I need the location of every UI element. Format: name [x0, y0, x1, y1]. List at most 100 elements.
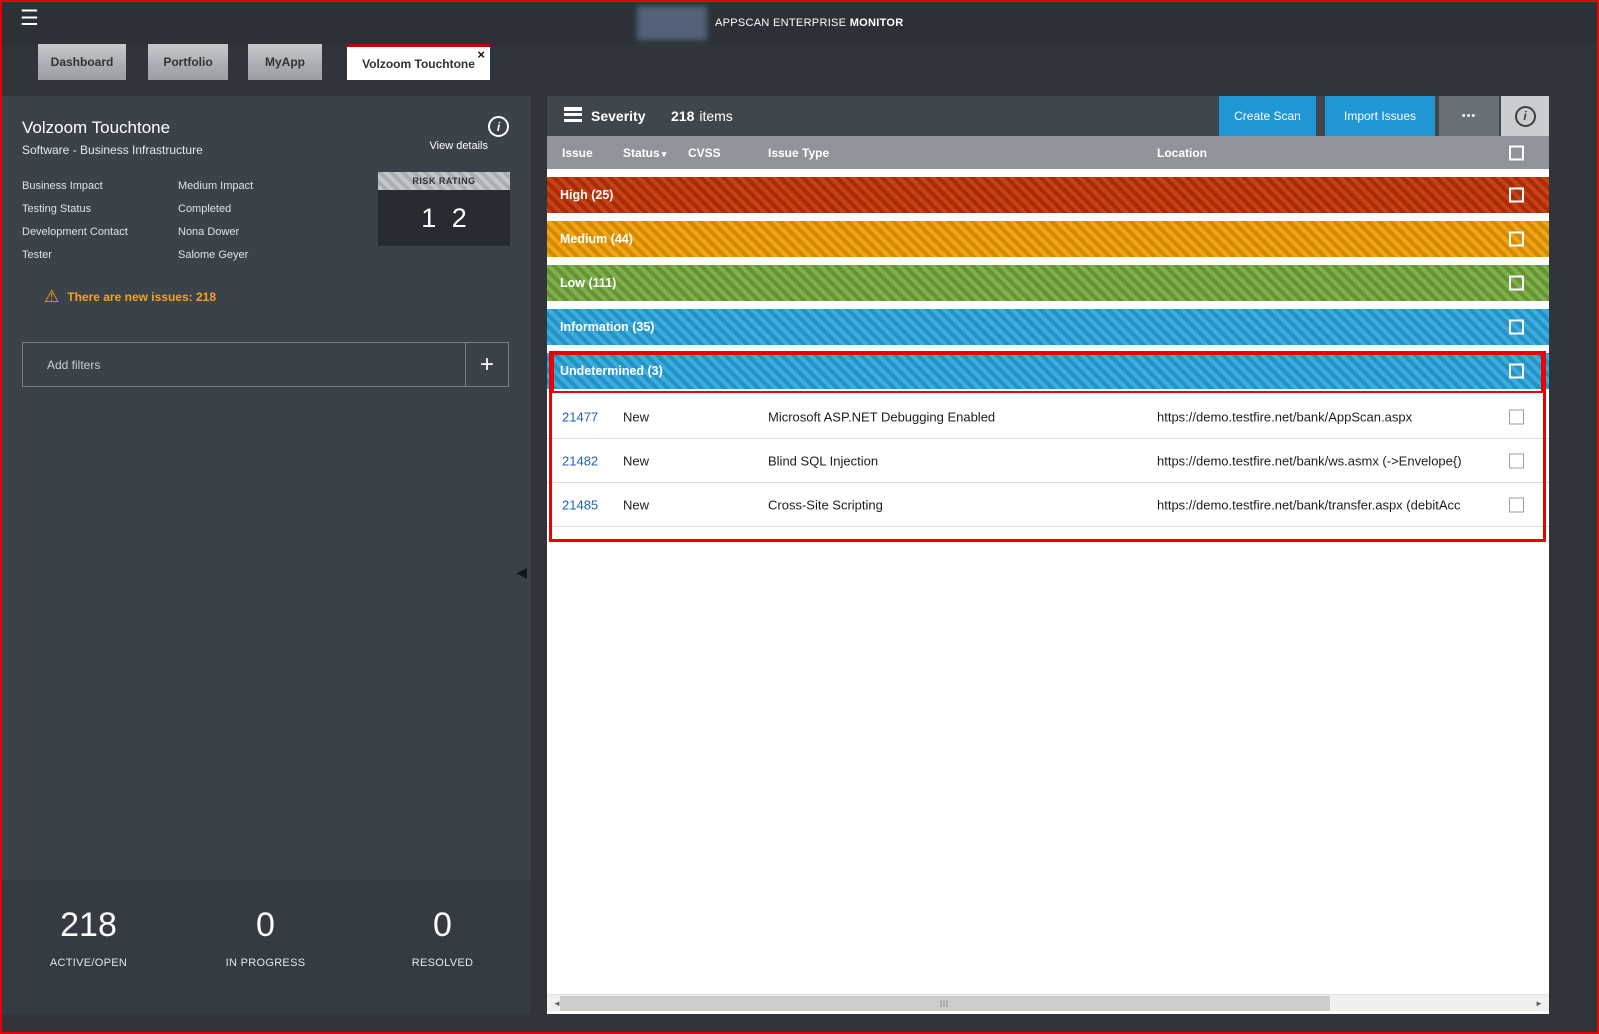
filter-bar: +	[22, 342, 509, 387]
add-filters-input[interactable]	[22, 342, 466, 387]
scrollbar-thumb[interactable]	[560, 996, 1330, 1011]
warning-icon: ⚠	[44, 288, 59, 305]
app-title-bold: MONITOR	[850, 17, 904, 29]
import-issues-button[interactable]: Import Issues	[1325, 96, 1435, 136]
severity-group-label: Undetermined (3)	[560, 364, 663, 378]
group-by-title[interactable]: Severity	[591, 108, 645, 124]
field-value: Salome Geyer	[178, 249, 248, 261]
items-count-number: 218	[671, 108, 694, 124]
view-details-link[interactable]: View details	[430, 140, 489, 152]
app-logo	[637, 6, 707, 40]
severity-group-medium[interactable]: Medium (44)	[547, 221, 1549, 257]
stripe-pattern	[547, 353, 1549, 389]
issue-row[interactable]: 21477 New Microsoft ASP.NET Debugging En…	[547, 395, 1549, 439]
issues-header: Severity 218items Create Scan Import Iss…	[547, 96, 1549, 136]
field-label: Business Impact	[22, 180, 178, 192]
app-title-regular: APPSCAN ENTERPRISE	[715, 17, 846, 29]
tab-label: Portfolio	[163, 55, 212, 69]
tab-portfolio[interactable]: Portfolio	[148, 44, 228, 80]
field-development-contact: Development Contact Nona Dower	[22, 220, 362, 243]
tab-close-icon[interactable]: ×	[477, 47, 485, 62]
issue-type: Cross-Site Scripting	[768, 497, 883, 512]
scroll-right-arrow[interactable]: ►	[1531, 995, 1547, 1011]
issue-location: https://demo.testfire.net/bank/transfer.…	[1157, 497, 1507, 512]
collapse-panel-icon[interactable]: ◀	[516, 564, 527, 581]
column-location[interactable]: Location	[1157, 146, 1507, 160]
severity-group-label: Low (111)	[560, 276, 616, 290]
field-label: Tester	[22, 249, 178, 261]
stat-label: IN PROGRESS	[177, 957, 354, 969]
column-status[interactable]: Status▾	[623, 146, 666, 160]
issue-id-link[interactable]: 21477	[562, 409, 598, 424]
panel-info-button[interactable]: i	[1501, 96, 1549, 136]
app-title: APPSCAN ENTERPRISE MONITOR	[715, 17, 904, 29]
field-value: Nona Dower	[178, 226, 239, 238]
add-filter-button[interactable]: +	[466, 342, 509, 387]
stat-value: 0	[177, 906, 354, 945]
group-checkbox[interactable]	[1509, 276, 1524, 291]
tab-myapp[interactable]: MyApp	[248, 44, 322, 80]
stripe-pattern	[547, 265, 1549, 301]
risk-rating-value: 1 2	[378, 190, 510, 246]
scrollbar-grip	[941, 1000, 950, 1007]
severity-group-high[interactable]: High (25)	[547, 177, 1549, 213]
group-checkbox[interactable]	[1509, 364, 1524, 379]
severity-group-label: High (25)	[560, 188, 613, 202]
issue-checkbox[interactable]	[1509, 453, 1524, 468]
field-label: Testing Status	[22, 203, 178, 215]
field-business-impact: Business Impact Medium Impact	[22, 174, 362, 197]
severity-group-label: Information (35)	[560, 320, 654, 334]
info-icon[interactable]: i	[488, 116, 509, 137]
tab-dashboard[interactable]: Dashboard	[38, 44, 126, 80]
create-scan-button[interactable]: Create Scan	[1219, 96, 1318, 136]
issue-type: Blind SQL Injection	[768, 453, 878, 468]
issue-checkbox[interactable]	[1509, 497, 1524, 512]
stripe-pattern	[547, 221, 1549, 257]
severity-group-label: Medium (44)	[560, 232, 633, 246]
appscan-monitor-page: ☰ APPSCAN ENTERPRISE MONITOR Dashboard P…	[0, 0, 1599, 1034]
issue-location: https://demo.testfire.net/bank/ws.asmx (…	[1157, 453, 1507, 468]
stripe-pattern	[547, 177, 1549, 213]
issues-panel: Severity 218items Create Scan Import Iss…	[547, 96, 1549, 1014]
field-label: Development Contact	[22, 226, 178, 238]
top-bar: ☰ APPSCAN ENTERPRISE MONITOR	[0, 0, 1599, 44]
application-fields: Business Impact Medium Impact Testing St…	[22, 174, 362, 266]
issue-type: Microsoft ASP.NET Debugging Enabled	[768, 409, 995, 424]
group-checkbox[interactable]	[1509, 320, 1524, 335]
new-issues-alert: ⚠ There are new issues: 218	[44, 288, 216, 305]
more-actions-button[interactable]: •••	[1437, 96, 1499, 136]
issue-id-link[interactable]: 21482	[562, 453, 598, 468]
column-cvss[interactable]: CVSS	[688, 146, 721, 160]
alert-text: There are new issues: 218	[67, 290, 216, 304]
stat-resolved: 0 RESOLVED	[354, 906, 531, 1014]
severity-group-undetermined[interactable]: Undetermined (3)	[547, 353, 1549, 389]
sort-desc-icon: ▾	[662, 149, 667, 159]
horizontal-scrollbar[interactable]: ◄ ►	[547, 994, 1549, 1011]
severity-group-information[interactable]: Information (35)	[547, 309, 1549, 345]
application-title: Volzoom Touchtone	[22, 118, 170, 138]
issue-stats: 218 ACTIVE/OPEN 0 IN PROGRESS 0 RESOLVED	[0, 880, 531, 1014]
issue-row[interactable]: 21485 New Cross-Site Scripting https://d…	[547, 483, 1549, 527]
group-checkbox[interactable]	[1509, 188, 1524, 203]
column-issue[interactable]: Issue	[562, 146, 593, 160]
group-by-icon[interactable]	[564, 107, 582, 129]
table-header-row: Issue Status▾ CVSS Issue Type Location	[547, 136, 1549, 169]
application-panel: Volzoom Touchtone Software - Business In…	[0, 96, 531, 1014]
issue-location: https://demo.testfire.net/bank/AppScan.a…	[1157, 409, 1507, 424]
issue-id-link[interactable]: 21485	[562, 497, 598, 512]
stat-value: 0	[354, 906, 531, 945]
stat-value: 218	[0, 906, 177, 945]
issue-status: New	[623, 453, 649, 468]
info-icon: i	[1515, 106, 1536, 127]
tab-volzoom-touchtone[interactable]: Volzoom Touchtone ×	[347, 44, 490, 80]
issue-checkbox[interactable]	[1509, 409, 1524, 424]
select-all-checkbox[interactable]	[1509, 145, 1524, 160]
stat-label: ACTIVE/OPEN	[0, 957, 177, 969]
issue-row[interactable]: 21482 New Blind SQL Injection https://de…	[547, 439, 1549, 483]
tab-label: Dashboard	[51, 55, 114, 69]
hamburger-menu-icon[interactable]: ☰	[20, 8, 39, 29]
column-issue-type[interactable]: Issue Type	[768, 146, 829, 160]
items-count: 218items	[671, 108, 733, 124]
group-checkbox[interactable]	[1509, 232, 1524, 247]
severity-group-low[interactable]: Low (111)	[547, 265, 1549, 301]
